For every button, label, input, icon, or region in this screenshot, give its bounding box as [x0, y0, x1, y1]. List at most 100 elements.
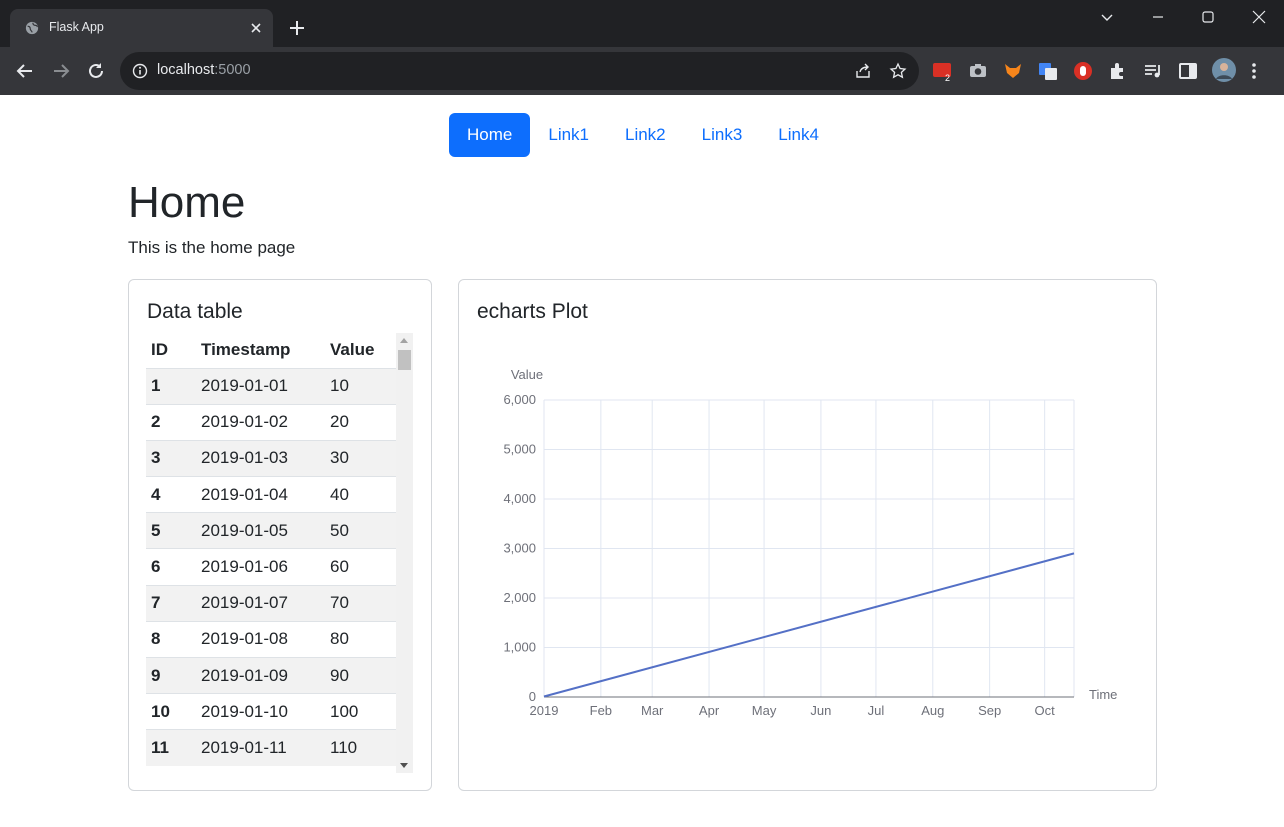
url-port: :5000	[214, 62, 251, 78]
browser-toolbar: localhost:5000 2	[0, 47, 1284, 95]
table-row: 6 2019-01-06 60	[146, 548, 396, 586]
x-tick-label: Mar	[641, 703, 664, 718]
y-tick-label: 2,000	[503, 590, 536, 605]
x-tick-label: Jul	[868, 703, 885, 718]
table-row: 8 2019-01-08 80	[146, 620, 396, 658]
cell-value: 60	[325, 548, 396, 586]
cell-id: 9	[146, 656, 196, 694]
nav-pills: Home Link1 Link2 Link3 Link4	[449, 113, 837, 157]
more-menu-icon[interactable]	[1248, 60, 1260, 82]
cell-timestamp: 2019-01-11	[196, 729, 325, 767]
close-window-icon[interactable]	[1249, 8, 1269, 26]
translate-icon[interactable]	[1037, 60, 1059, 82]
nav-link4[interactable]: Link4	[760, 113, 837, 157]
table-row: 2 2019-01-02 20	[146, 403, 396, 441]
chart-grid	[543, 399, 1075, 698]
cell-timestamp: 2019-01-09	[196, 656, 325, 694]
side-panel-icon[interactable]	[1177, 60, 1199, 82]
scroll-down-arrow-icon[interactable]	[400, 763, 408, 768]
table-header-row: ID Timestamp Value	[146, 333, 396, 368]
x-tick-label: May	[752, 703, 777, 718]
column-header-value: Value	[330, 340, 375, 360]
scroll-thumb[interactable]	[398, 350, 411, 370]
cell-timestamp: 2019-01-10	[196, 693, 325, 730]
cell-id: 1	[146, 367, 196, 405]
column-header-timestamp: Timestamp	[201, 340, 291, 360]
maximize-icon[interactable]	[1198, 8, 1218, 26]
nav-home[interactable]: Home	[449, 113, 531, 157]
y-tick-label: 4,000	[503, 491, 536, 506]
x-tick-label: Sep	[978, 703, 1001, 718]
address-bar[interactable]: localhost:5000	[120, 52, 919, 90]
table-scrollbar[interactable]	[396, 333, 413, 773]
cell-timestamp: 2019-01-04	[196, 476, 325, 513]
data-table: ID Timestamp Value 1 2019-01-01 10 2 2019-0…	[146, 333, 396, 767]
data-table-card: Data table ID Timestamp Value 1 2019-01-0…	[128, 279, 432, 791]
browser-tab[interactable]: Flask App	[10, 9, 273, 47]
nav-link1[interactable]: Link1	[530, 113, 607, 157]
cell-timestamp: 2019-01-06	[196, 548, 325, 586]
cell-timestamp: 2019-01-07	[196, 584, 325, 622]
y-tick-label: 0	[529, 689, 536, 704]
table-scroll-area[interactable]: ID Timestamp Value 1 2019-01-01 10 2 2019-0…	[146, 333, 414, 773]
cell-id: 11	[146, 729, 196, 767]
nav-link2[interactable]: Link2	[607, 113, 684, 157]
svg-text:2: 2	[945, 73, 950, 82]
cell-id: 10	[146, 693, 196, 730]
y-axis-label: Value	[511, 367, 543, 382]
bookmark-star-icon[interactable]	[889, 62, 907, 80]
cell-id: 5	[146, 512, 196, 549]
forward-arrow-icon[interactable]	[49, 59, 73, 83]
y-tick-label: 6,000	[503, 392, 536, 407]
cell-value: 100	[325, 693, 396, 730]
tab-title: Flask App	[49, 20, 104, 34]
column-header-id: ID	[151, 340, 168, 360]
share-icon[interactable]	[854, 62, 872, 80]
extensions-puzzle-icon[interactable]	[1107, 60, 1129, 82]
camera-icon[interactable]	[967, 60, 989, 82]
fox-extension-icon[interactable]	[1002, 60, 1024, 82]
hand-block-icon[interactable]	[1072, 60, 1094, 82]
x-tick-label: Aug	[921, 703, 944, 718]
media-queue-icon[interactable]	[1142, 60, 1164, 82]
cell-value: 50	[325, 512, 396, 549]
x-axis-label: Time	[1089, 687, 1117, 702]
profile-avatar[interactable]	[1212, 58, 1236, 82]
globe-icon	[25, 21, 39, 35]
x-tick-label: Jun	[810, 703, 831, 718]
cell-id: 6	[146, 548, 196, 586]
cell-value: 80	[325, 620, 396, 658]
table-row: 9 2019-01-09 90	[146, 656, 396, 694]
x-tick-label: Feb	[590, 703, 612, 718]
extension-counter-icon[interactable]: 2	[932, 60, 954, 82]
info-icon[interactable]	[132, 63, 148, 79]
table-row: 7 2019-01-07 70	[146, 584, 396, 622]
cell-id: 4	[146, 476, 196, 513]
line-chart[interactable]: 0 1,000 2,000 3,000 4,000 5,000 6,000 2019 Feb Ma…	[459, 350, 1156, 790]
x-tick-label: 2019	[530, 703, 559, 718]
reload-icon[interactable]	[84, 59, 108, 83]
minimize-icon[interactable]	[1148, 8, 1168, 26]
y-tick-label: 3,000	[503, 541, 536, 556]
series-line	[543, 552, 1075, 698]
cell-value: 90	[325, 656, 396, 694]
scroll-up-arrow-icon[interactable]	[400, 338, 408, 343]
cell-id: 3	[146, 439, 196, 477]
x-tick-label: Apr	[699, 703, 720, 718]
nav-link3[interactable]: Link3	[684, 113, 761, 157]
chart-tick-labels: 0 1,000 2,000 3,000 4,000 5,000 6,000 2019 Feb Ma…	[503, 392, 1055, 718]
table-row: 11 2019-01-11 110	[146, 729, 396, 767]
table-row: 4 2019-01-04 40	[146, 476, 396, 513]
tab-search-icon[interactable]	[1097, 8, 1117, 26]
y-tick-label: 5,000	[503, 442, 536, 457]
chart-series	[543, 552, 1075, 698]
new-tab-icon[interactable]	[287, 18, 307, 38]
table-row: 1 2019-01-01 10	[146, 367, 396, 405]
close-tab-icon[interactable]	[247, 19, 265, 37]
cell-value: 20	[325, 403, 396, 441]
x-tick-label: Oct	[1035, 703, 1056, 718]
url-text: localhost:5000	[157, 62, 251, 78]
back-arrow-icon[interactable]	[13, 59, 37, 83]
chart-card-title: echarts Plot	[477, 300, 588, 323]
table-row: 5 2019-01-05 50	[146, 512, 396, 549]
